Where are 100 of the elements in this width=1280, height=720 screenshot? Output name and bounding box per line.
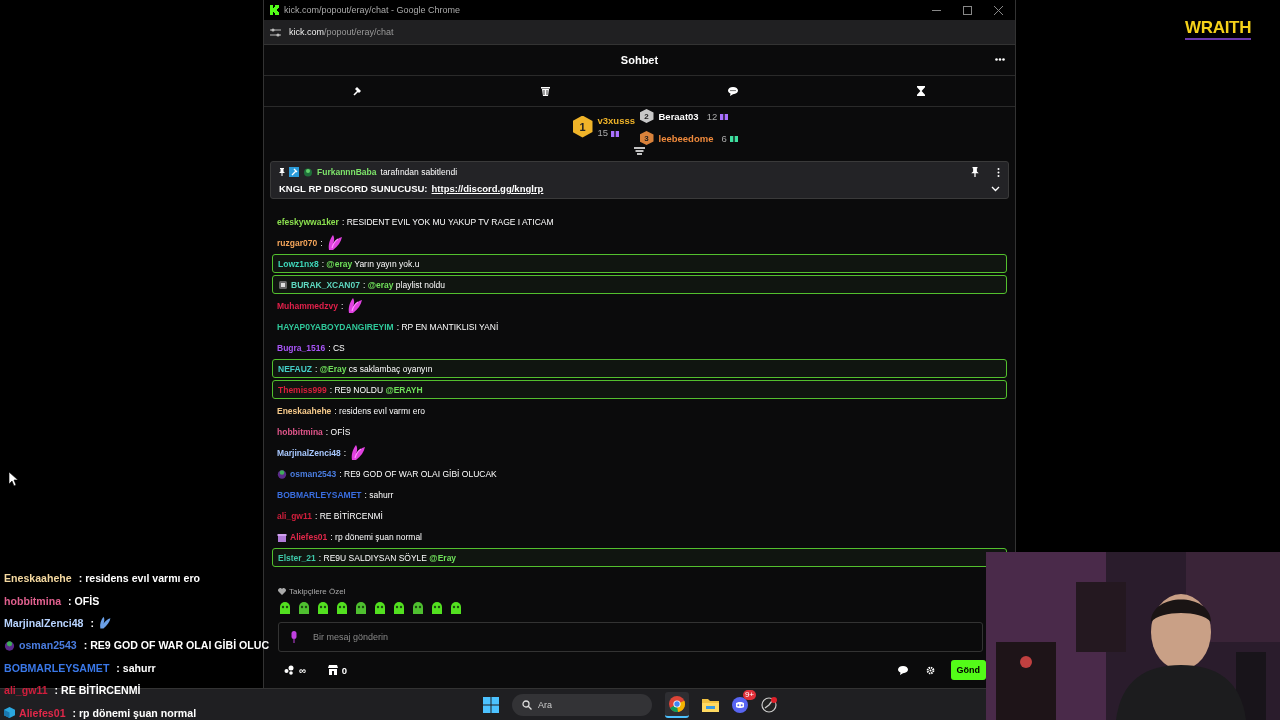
maximize-icon[interactable] xyxy=(963,5,972,15)
chat-bubble-icon[interactable] xyxy=(897,665,908,675)
community-icon xyxy=(284,665,295,675)
hammer-icon[interactable] xyxy=(352,86,363,96)
leaderboard-username[interactable]: leebeedome xyxy=(658,132,714,144)
message-text: : RESIDENT EVIL YOK MU YAKUP TV RAGE I ATICAM xyxy=(341,216,554,227)
username[interactable]: Aliefes01 xyxy=(290,531,328,542)
username[interactable]: BOBMARLEYSAMET xyxy=(277,489,362,500)
username[interactable]: efeskywwa1ker xyxy=(277,216,339,227)
message-text: : OFİS xyxy=(67,594,100,607)
site-settings-icon[interactable] xyxy=(270,27,281,37)
rank-medal: 3 xyxy=(639,131,654,145)
message-text: : xyxy=(340,300,344,311)
username[interactable]: Elster_21 xyxy=(278,552,316,563)
message-text: : xyxy=(343,447,347,458)
username[interactable]: hobbitmina xyxy=(277,426,323,437)
username: Eneskaahehe xyxy=(4,572,72,585)
close-icon[interactable] xyxy=(994,5,1003,15)
community-count: ∞ xyxy=(299,664,306,676)
username[interactable]: ali_gw11 xyxy=(277,510,312,521)
message-input[interactable]: Bir mesaj gönderin xyxy=(278,622,983,652)
username[interactable]: Muhammedzvy xyxy=(277,300,338,311)
trash-icon[interactable] xyxy=(541,86,551,96)
folder-icon[interactable] xyxy=(702,697,719,712)
username[interactable]: Lowz1nx8 xyxy=(278,258,319,269)
rank-medal: 2 xyxy=(639,109,654,123)
message-text: : @eray playlist noldu xyxy=(362,279,445,290)
username[interactable]: HAYAP0YABOYDANGIREYIM xyxy=(277,321,394,332)
emote-icon[interactable] xyxy=(373,601,387,615)
chat-title: Sohbet xyxy=(620,54,659,66)
rank-medal: 1 xyxy=(572,115,593,138)
settings-icon[interactable] xyxy=(925,665,935,675)
cursor-icon xyxy=(9,472,18,486)
heart-icon xyxy=(278,588,286,595)
message-text: : rp dönemi şuan normal xyxy=(71,706,197,719)
message-text: : RE9U SALDIYSAN SÖYLE @Eray xyxy=(318,552,457,563)
username[interactable]: MarjinalZenci48 xyxy=(277,447,341,458)
leaderboard-username[interactable]: Beraat03 xyxy=(658,110,699,122)
chevron-down-icon[interactable] xyxy=(991,185,1000,192)
url-text[interactable]: kick.com/popout/eray/chat xyxy=(289,27,394,37)
username[interactable]: BURAK_XCAN07 xyxy=(291,279,360,290)
notification-badge: 9+ xyxy=(742,689,756,700)
section-label: Takipçilere Özel xyxy=(289,587,346,596)
emote-icon[interactable] xyxy=(392,601,406,615)
emote-icon[interactable] xyxy=(335,601,349,615)
message-text: : RE BİTİRCENMİ xyxy=(53,684,141,697)
message-text: : @Eray cs saklambaç oyanyın xyxy=(315,363,433,374)
message-text: : RE9 GOD OF WAR OLAI GİBİ OLUC xyxy=(82,639,270,652)
microphone-icon[interactable] xyxy=(290,631,298,643)
filter-icon[interactable] xyxy=(634,147,645,156)
emote-icon[interactable] xyxy=(354,601,368,615)
gift-count: 15 xyxy=(597,127,609,138)
message-text: : residens evıl varmı ero xyxy=(334,405,426,416)
emote-icon[interactable] xyxy=(316,601,330,615)
username[interactable]: ruzgar070 xyxy=(277,237,318,248)
emote-icon[interactable] xyxy=(430,601,444,615)
more-icon[interactable] xyxy=(995,58,1005,61)
message-text: : sahurr xyxy=(364,489,394,500)
username[interactable]: Themiss999 xyxy=(278,384,327,395)
emote-icon xyxy=(349,443,368,462)
start-icon[interactable] xyxy=(483,696,499,713)
send-button[interactable]: Gönd xyxy=(950,660,986,680)
message-text: : @eray Yarın yayın yok.u xyxy=(321,258,420,269)
username[interactable]: Bugra_1516 xyxy=(277,342,326,353)
chat-app-icon[interactable] xyxy=(732,696,748,713)
emote-icon[interactable] xyxy=(278,601,292,615)
username[interactable]: FurkannnBaba xyxy=(317,167,377,177)
hourglass-icon[interactable] xyxy=(917,86,926,96)
username: osman2543 xyxy=(19,639,77,652)
kebab-menu-icon[interactable] xyxy=(997,167,1000,177)
username: Aliefes01 xyxy=(19,706,66,719)
emote-icon[interactable] xyxy=(449,601,463,615)
search-field[interactable]: Ara xyxy=(512,693,652,716)
leaderboard-username[interactable]: v3xusss xyxy=(597,115,635,126)
gift-count: 6 xyxy=(721,132,727,144)
chat-bubble-icon[interactable] xyxy=(728,86,739,96)
store-count: 0 xyxy=(341,664,348,676)
username[interactable]: osman2543 xyxy=(290,468,337,479)
emote-icon[interactable] xyxy=(297,601,311,615)
store-icon[interactable] xyxy=(327,665,338,675)
window-title: kick.com/popout/eray/chat - Google Chrome xyxy=(284,5,462,15)
message-text: : RE9 NOLDU @ERAYH xyxy=(329,384,423,395)
pinned-by-text: tarafından sabitlendi xyxy=(380,167,458,177)
username[interactable]: Eneskaahehe xyxy=(277,405,332,416)
browser-icon[interactable] xyxy=(665,691,689,718)
message-text: : CS xyxy=(328,342,345,353)
message-text: : RE9 GOD OF WAR OLAI GİBİ OLUCAK xyxy=(339,468,497,479)
search-icon xyxy=(522,699,532,710)
app-logo-icon xyxy=(270,5,279,15)
pin-icon[interactable] xyxy=(971,167,979,177)
message-text: : sahurr xyxy=(115,661,156,674)
app-icon[interactable] xyxy=(761,696,777,713)
emote-icon[interactable] xyxy=(411,601,425,615)
message-text: : xyxy=(320,237,323,248)
message-text: : RP EN MANTIKLISI YANİ xyxy=(396,321,499,332)
emote-icon xyxy=(346,296,365,315)
logo-text: WRAITH xyxy=(1185,19,1252,40)
link[interactable]: https://discord.gg/knglrp xyxy=(431,183,544,194)
pin-icon xyxy=(279,168,285,176)
username[interactable]: NEFAUZ xyxy=(278,363,312,374)
